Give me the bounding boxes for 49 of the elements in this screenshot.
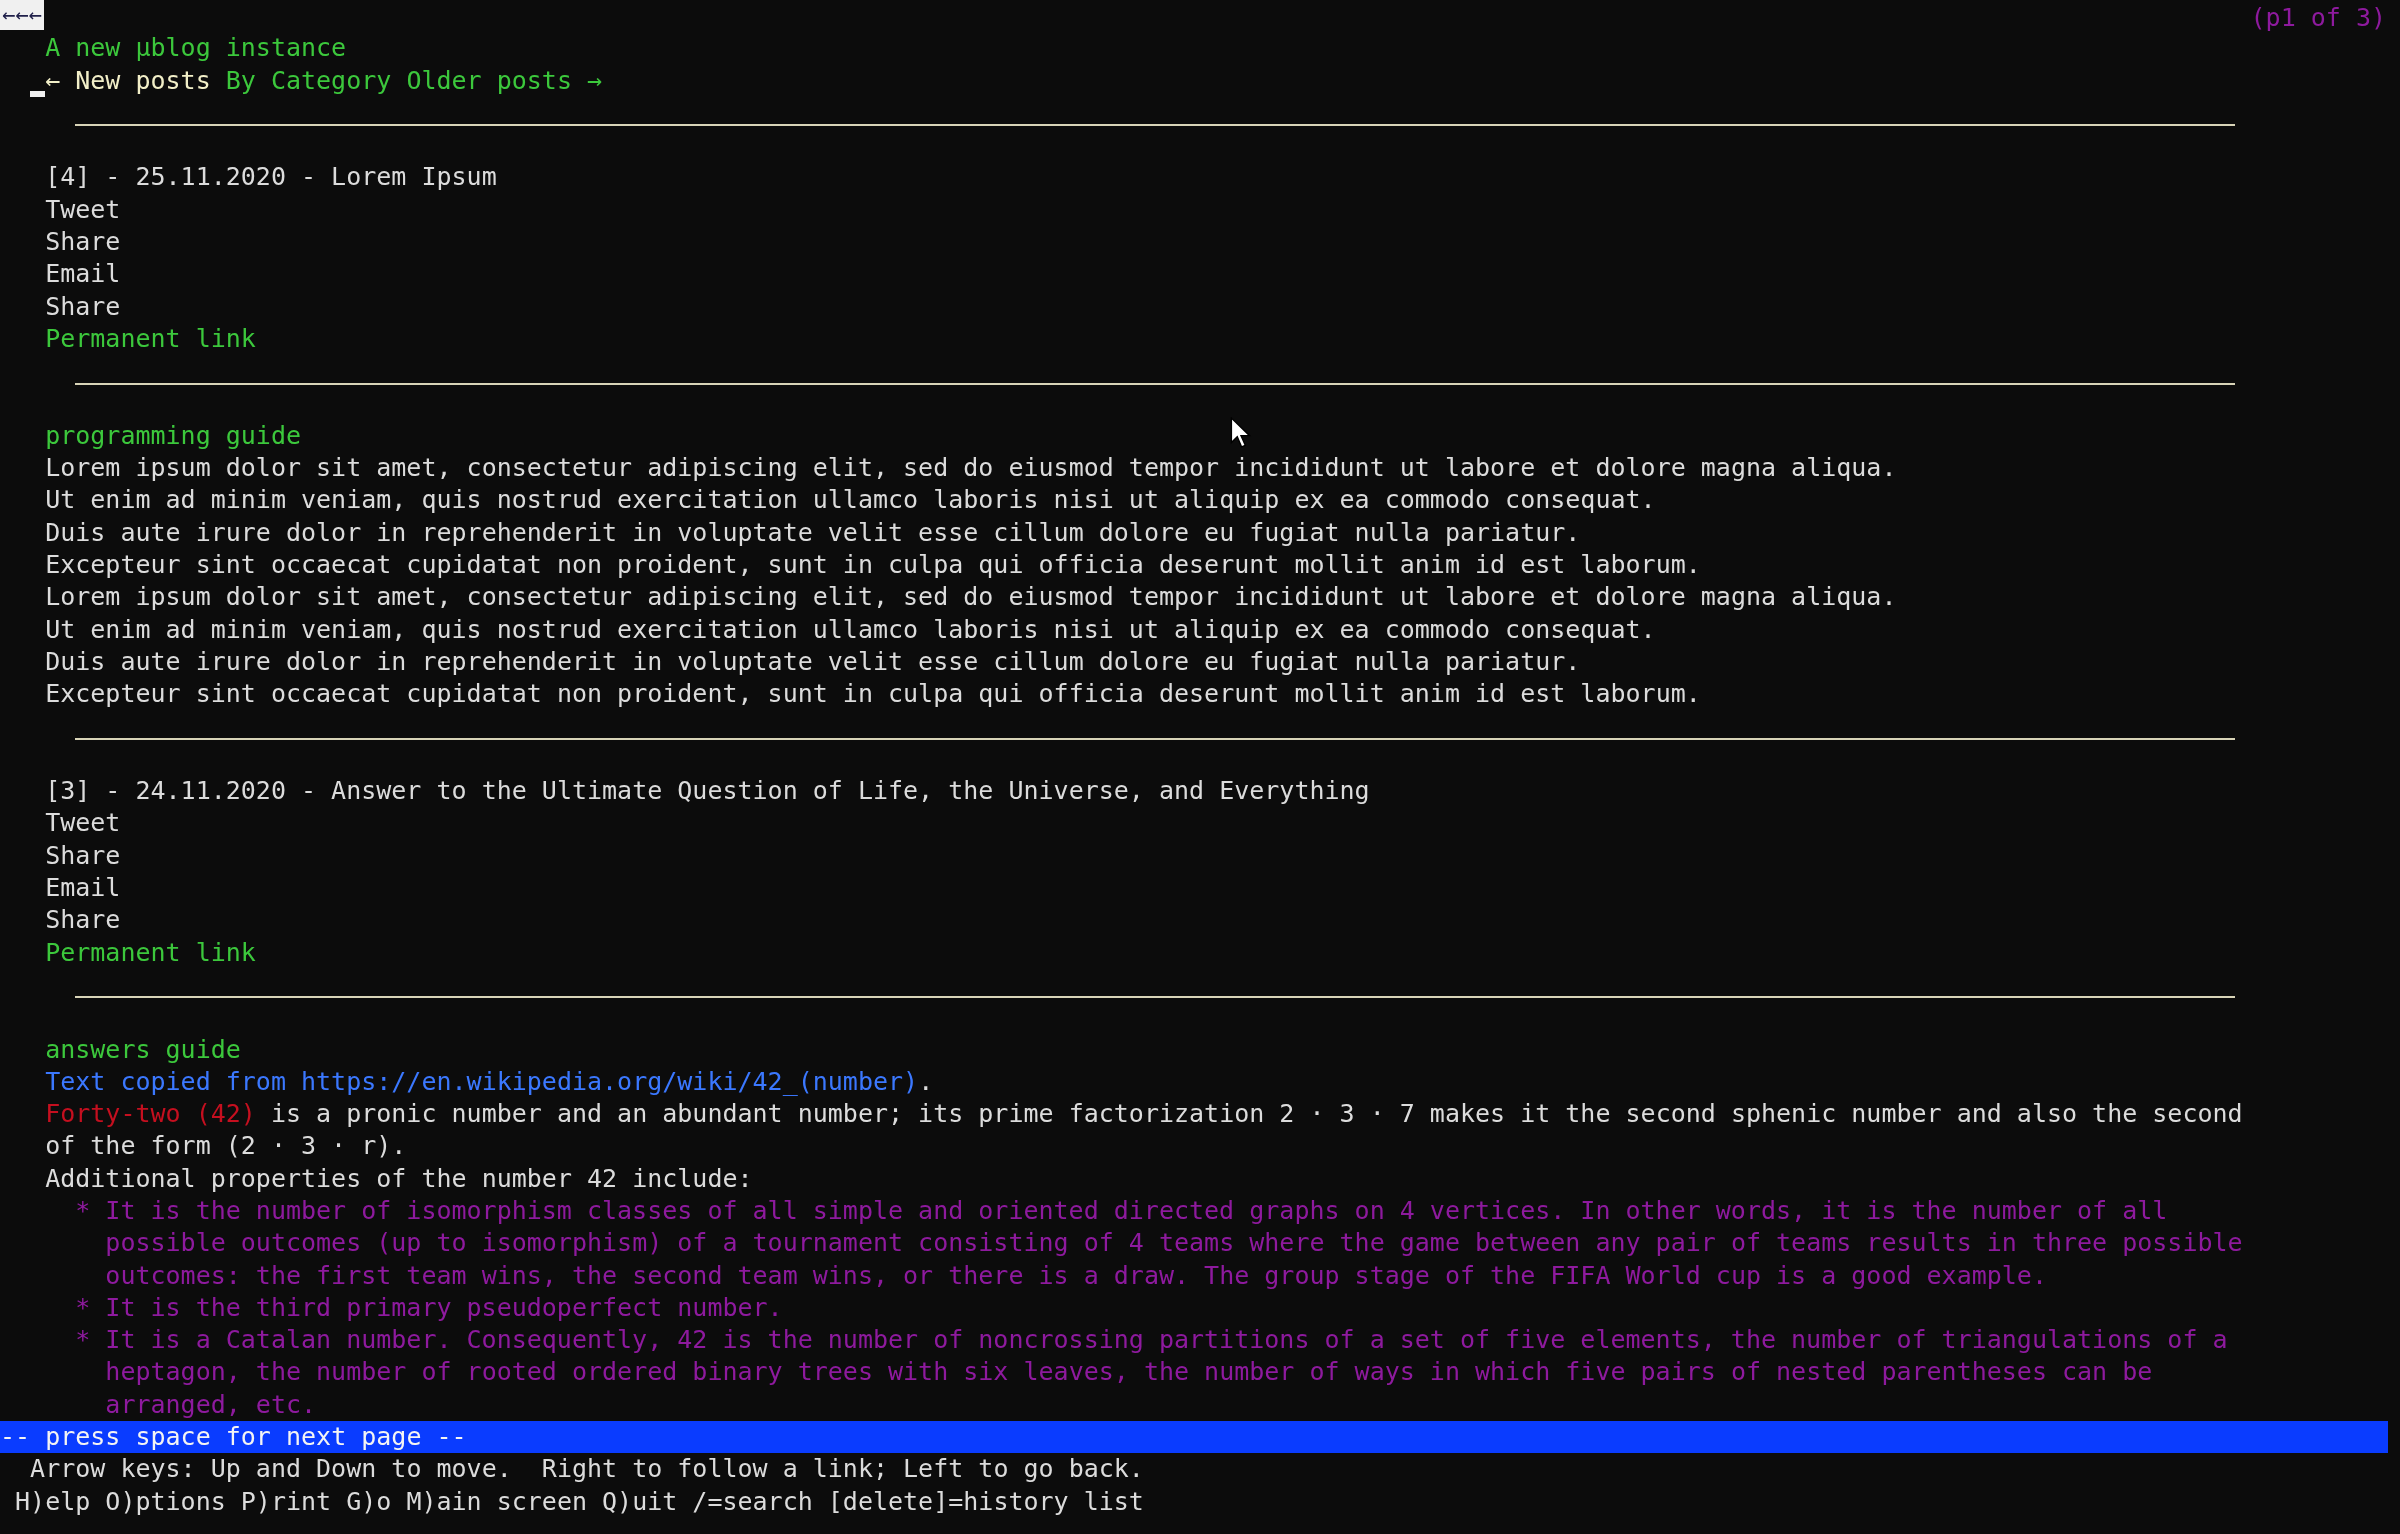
- permalink[interactable]: Permanent link: [45, 936, 256, 969]
- page-indicator: (p1 of 3): [2250, 2, 2386, 34]
- back-button[interactable]: ←←←: [0, 0, 44, 30]
- permalink[interactable]: Permanent link: [45, 322, 256, 356]
- site-title: A new µblog instance: [45, 32, 347, 65]
- body-text: Excepteur sint occaecat cupidatat non proident, sunt in culpa qui officia deserunt mollit anim id est laborum.: [45, 678, 1701, 711]
- list-item-text: arranged, etc.: [105, 1388, 317, 1421]
- source-link[interactable]: Text copied from https://en.wikipedia.org/wiki/42_(number): [45, 1065, 919, 1099]
- highlighted-term: Forty-two (42): [45, 1098, 256, 1131]
- body-text: Ut enim ad minim veniam, quis nostrud exercitation ullamco laboris nisi ut aliquip ex ea commodo consequat.: [45, 613, 1656, 646]
- status-bar: -- press space for next page --: [0, 1421, 2388, 1454]
- body-text: Excepteur sint occaecat cupidatat non proident, sunt in culpa qui officia deserunt mollit anim id est laborum.: [45, 549, 1701, 582]
- post-header: [4] - 25.11.2020 - Lorem Ipsum: [45, 161, 497, 194]
- list-item-text: It is the number of isomorphism classes of all simple and oriented directed graphs on 4 vertices. In other words, it is the number of all: [105, 1195, 2168, 1227]
- body-text: Lorem ipsum dolor sit amet, consectetur adipiscing elit, sed do eiusmod tempor incididunt ut labore et dolore magna aliqua.: [45, 452, 1897, 485]
- help-text: Arrow keys: Up and Down to move. Right to follow a link; Left to go back.: [30, 1453, 1144, 1486]
- share-link[interactable]: Tweet: [45, 807, 121, 840]
- body-text: Lorem ipsum dolor sit amet, consectetur adipiscing elit, sed do eiusmod tempor incididunt ut labore et dolore magna aliqua.: [45, 581, 1897, 614]
- bullet-marker: *: [75, 1291, 92, 1324]
- category-link[interactable]: answers guide: [45, 1033, 241, 1066]
- share-link[interactable]: Share: [45, 290, 121, 323]
- share-link[interactable]: Email: [45, 258, 121, 291]
- nav-link[interactable]: ← New posts: [45, 64, 211, 97]
- share-link[interactable]: Share: [45, 904, 121, 937]
- help-text: H)elp O)ptions P)rint G)o M)ain screen Q)uit /=search [delete]=history list: [15, 1485, 1144, 1518]
- body-text: Ut enim ad minim veniam, quis nostrud exercitation ullamco laboris nisi ut aliquip ex ea commodo consequat.: [45, 484, 1656, 517]
- list-item-text: outcomes: the first team wins, the second team wins, or there is a draw. The group stage of the FIFA World cup is a good example.: [105, 1259, 2047, 1292]
- category-link[interactable]: programming guide: [45, 419, 301, 453]
- post-header: [3] - 24.11.2020 - Answer to the Ultimate Question of Life, the Universe, and Everything: [45, 775, 1370, 808]
- share-link[interactable]: Share: [45, 839, 121, 872]
- body-text: is a pronic number and an abundant number; its prime factorization 2 · 3 · 7 makes it the second sphenic number and also the second: [269, 1098, 2243, 1131]
- body-text: Duis aute irure dolor in reprehenderit in voluptate velit esse cillum dolore eu fugiat nulla pariatur.: [45, 645, 1581, 678]
- mouse-pointer-icon: [1230, 417, 1252, 449]
- body-text: .: [918, 1065, 934, 1098]
- body-text: of the form (2 · 3 · r).: [45, 1130, 407, 1163]
- nav-link[interactable]: Older posts →: [406, 64, 603, 97]
- body-text: Additional properties of the number 42 include:: [45, 1162, 753, 1195]
- list-item-text: It is the third primary pseudoperfect number.: [105, 1291, 783, 1324]
- list-item-text: possible outcomes (up to isomorphism) of a tournament consisting of 4 teams where the game between any pair of teams results in three possible: [105, 1227, 2243, 1260]
- share-link[interactable]: Tweet: [45, 193, 121, 227]
- share-link[interactable]: Email: [45, 872, 121, 905]
- nav-link[interactable]: By Category: [225, 64, 392, 97]
- list-item-text: heptagon, the number of rooted ordered binary trees with six leaves, the number of ways in which five pairs of nested parentheses can be: [105, 1356, 2153, 1389]
- list-item-text: It is a Catalan number. Consequently, 42 is the number of noncrossing partitions of a set of five elements, the number of triangulations of a: [105, 1324, 2228, 1357]
- body-text: Duis aute irure dolor in reprehenderit in voluptate velit esse cillum dolore eu fugiat nulla pariatur.: [45, 516, 1581, 549]
- bullet-marker: *: [75, 1195, 92, 1227]
- text-cursor: [30, 90, 46, 97]
- share-link[interactable]: Share: [45, 226, 121, 259]
- bullet-marker: *: [75, 1324, 92, 1357]
